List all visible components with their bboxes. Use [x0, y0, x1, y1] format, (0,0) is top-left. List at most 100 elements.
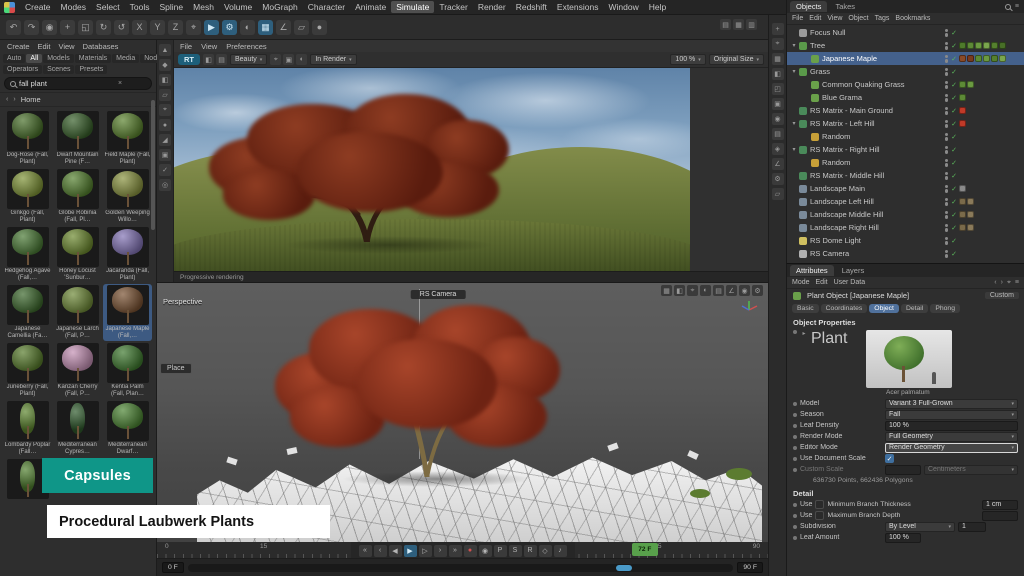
object-menu-item[interactable]: Edit [809, 15, 821, 22]
param-dot[interactable] [793, 503, 797, 507]
goto-end-button[interactable]: » [449, 545, 462, 557]
object-row[interactable]: Focus Null ✓ [787, 26, 1024, 39]
visibility-dots[interactable] [945, 146, 949, 154]
enable-check-icon[interactable]: ✓ [951, 146, 957, 154]
asset-subtab[interactable]: Presets [75, 65, 107, 74]
panel-tab[interactable]: Attributes [790, 265, 834, 276]
object-icon[interactable] [799, 107, 807, 115]
viewport-solo-icon[interactable]: ◎ [159, 179, 171, 191]
object-icon[interactable] [799, 29, 807, 37]
visibility-dots[interactable] [945, 159, 949, 167]
object-icon[interactable] [799, 211, 807, 219]
render-view-menu-item[interactable]: Preferences [226, 42, 266, 51]
param-dot[interactable] [793, 525, 797, 529]
object-label[interactable]: Landscape Left Hill [810, 197, 945, 206]
prev-key-button[interactable]: ‹ [374, 545, 387, 557]
menu-item[interactable]: Character [303, 1, 350, 13]
material-chip[interactable] [999, 42, 1006, 49]
menu-item[interactable]: Tools [125, 1, 155, 13]
enable-check-icon[interactable]: ✓ [951, 211, 957, 219]
parameter-key-toggle[interactable]: ◇ [539, 545, 552, 557]
settings-gear-icon[interactable]: ⚙ [772, 173, 784, 185]
visibility-dots[interactable] [945, 198, 949, 206]
param-dot[interactable] [793, 457, 797, 461]
snap-enable-icon[interactable]: + [772, 23, 784, 35]
expand-arrow-icon[interactable]: ▾ [790, 68, 798, 75]
perspective-viewport[interactable]: ▦◧⌖◐▤∠◉⚙ Perspective RS Camera Place [157, 282, 768, 542]
last-tool-icon[interactable]: ↺ [114, 20, 129, 35]
asset-item[interactable]: Japanese Larch (Fall, P… [53, 284, 102, 341]
panel-menu-icon[interactable]: ≡ [1015, 279, 1019, 287]
object-icon[interactable] [799, 172, 807, 180]
asset-tab[interactable]: Models [43, 54, 74, 63]
rt-toggle-button[interactable]: RT [178, 54, 200, 65]
material-chip[interactable] [991, 55, 998, 62]
render-view-icon[interactable]: ▶ [204, 20, 219, 35]
model-dropdown[interactable]: Variant 3 Full-Grown ▾ [885, 399, 1018, 409]
object-menu-item[interactable]: View [827, 15, 842, 22]
asset-item[interactable]: Japanese Camellia (Fa… [3, 284, 52, 341]
app-logo-icon[interactable] [4, 2, 15, 13]
object-label[interactable]: RS Matrix - Left Hill [810, 119, 945, 128]
render-view-menu-item[interactable]: View [201, 42, 217, 51]
breadcrumb[interactable]: Home [21, 95, 41, 104]
move-tool-icon[interactable]: + [60, 20, 75, 35]
asset-item[interactable]: Lombardy Poplar (Fall… [3, 400, 52, 457]
attribute-tab[interactable]: Basic [792, 304, 819, 313]
prev-frame-button[interactable]: ◀ [389, 545, 402, 557]
object-icon[interactable] [799, 198, 807, 206]
axis-x-lock-icon[interactable]: X [132, 20, 147, 35]
enable-axis-icon[interactable]: ✓ [159, 164, 171, 176]
enable-check-icon[interactable]: ✓ [951, 55, 957, 63]
clear-search-icon[interactable]: × [118, 80, 122, 87]
object-row[interactable]: Landscape Middle Hill ✓ [787, 208, 1024, 221]
asset-tab[interactable]: Media [112, 54, 139, 63]
object-icon[interactable] [811, 94, 819, 102]
view-shading-icon[interactable]: ◧ [674, 285, 685, 296]
asset-item[interactable]: Globe Robinia (Fall, Pl… [53, 168, 102, 225]
menu-item[interactable]: Simulate [391, 1, 434, 13]
visibility-dots[interactable] [945, 107, 949, 115]
material-chip[interactable] [975, 42, 982, 49]
render-mode-dropdown[interactable]: In Render ▾ [310, 54, 356, 65]
attribute-menu-item[interactable]: Mode [792, 279, 810, 286]
material-chip[interactable] [967, 224, 974, 231]
power-slider-track[interactable] [188, 564, 734, 572]
plant-preview-image[interactable] [866, 330, 952, 388]
enable-check-icon[interactable]: ✓ [951, 172, 957, 180]
material-chip[interactable] [999, 55, 1006, 62]
param-dot[interactable] [793, 468, 797, 472]
object-label[interactable]: RS Matrix - Middle Hill [810, 171, 945, 180]
menu-item[interactable]: Create [20, 1, 56, 13]
object-menu-item[interactable]: Tags [875, 15, 890, 22]
workplane-snap-icon[interactable]: ▱ [772, 188, 784, 200]
object-row[interactable]: RS Matrix - Main Ground ✓ [787, 104, 1024, 117]
panel-tab[interactable]: Takes [829, 1, 861, 12]
edge-snap-icon[interactable]: ◰ [772, 83, 784, 95]
menu-item[interactable]: Spline [155, 1, 189, 13]
object-menu-item[interactable]: Bookmarks [895, 15, 930, 22]
object-row[interactable]: Random ✓ [787, 156, 1024, 169]
workplane-mode-icon[interactable]: ▱ [159, 89, 171, 101]
powerslider-marker[interactable] [616, 565, 632, 571]
object-row[interactable]: Landscape Right Hill ✓ [787, 221, 1024, 234]
object-row[interactable]: RS Matrix - Middle Hill ✓ [787, 169, 1024, 182]
enable-check-icon[interactable]: ✓ [951, 250, 957, 258]
menu-item[interactable]: Extensions [552, 1, 604, 13]
asset-subtab[interactable]: Scenes [43, 65, 74, 74]
viewport-maple-tree[interactable] [275, 297, 565, 477]
polygons-mode-icon[interactable]: ▣ [159, 149, 171, 161]
view-filter-icon[interactable]: ▤ [713, 285, 724, 296]
asset-item[interactable]: Mediterranean Cypres… [53, 400, 102, 457]
visibility-dots[interactable] [945, 250, 949, 258]
object-row[interactable]: RS Camera ✓ [787, 247, 1024, 260]
attribute-tab[interactable]: Coordinates [821, 304, 868, 313]
angle-snap-icon[interactable]: ∠ [772, 158, 784, 170]
rotate-tool-icon[interactable]: ↻ [96, 20, 111, 35]
panel-tab[interactable]: Layers [836, 265, 871, 276]
next-key-button[interactable]: › [434, 545, 447, 557]
expand-arrow-icon[interactable]: ▸ [800, 330, 808, 337]
quantize-icon[interactable]: ∠ [276, 20, 291, 35]
axis-gizmo-icon[interactable] [738, 299, 760, 321]
visibility-dots[interactable] [945, 211, 949, 219]
